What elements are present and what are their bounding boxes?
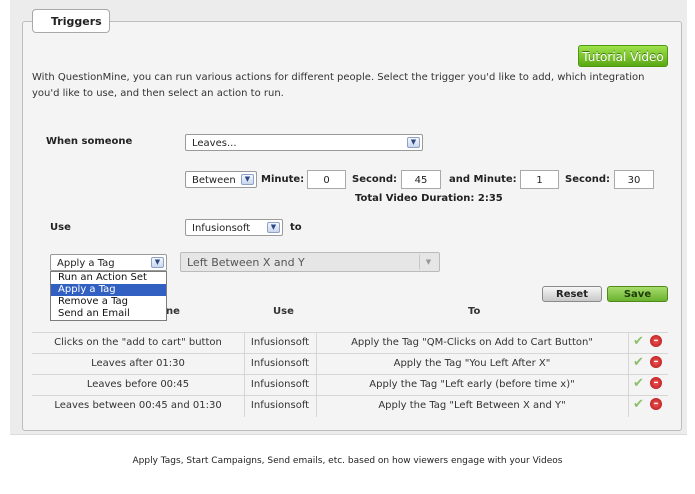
and-minute-label: and Minute: — [449, 174, 517, 185]
action-option-remove-tag[interactable]: Remove a Tag — [51, 296, 166, 308]
second-label: Second: — [352, 174, 398, 185]
reset-button[interactable]: Reset — [542, 286, 602, 302]
column-divider — [244, 332, 245, 417]
table-row: Leaves after 01:30 Infusionsoft Apply th… — [32, 353, 668, 374]
check-icon[interactable]: ✔ — [633, 397, 644, 412]
chevron-down-icon: ▼ — [267, 222, 280, 233]
use-label: Use — [50, 222, 71, 233]
delete-icon[interactable]: – — [650, 398, 662, 410]
trigger-cell: Leaves after 01:30 — [91, 358, 185, 369]
to-cell: Apply the Tag "QM-Clicks on Add to Cart … — [351, 337, 593, 348]
use-cell: Infusionsoft — [250, 337, 310, 348]
integration-select-value: Infusionsoft — [192, 223, 251, 234]
row-actions: ✔ – — [633, 374, 665, 391]
action-option-send-email[interactable]: Send an Email — [51, 308, 166, 320]
when-someone-label: When someone — [46, 136, 133, 147]
use-cell: Infusionsoft — [250, 400, 310, 411]
chevron-down-icon: ▼ — [407, 137, 420, 148]
column-divider — [316, 332, 317, 417]
use-column-header: Use — [273, 306, 294, 317]
end-minute-input[interactable]: 1 — [520, 170, 559, 189]
delete-icon[interactable]: – — [650, 377, 662, 389]
row-actions: ✔ – — [633, 395, 665, 412]
delete-icon[interactable]: – — [650, 335, 662, 347]
check-icon[interactable]: ✔ — [633, 376, 644, 391]
trigger-cell: Leaves between 00:45 and 01:30 — [54, 400, 222, 411]
action-dropdown-list: Run an Action Set Apply a Tag Remove a T… — [50, 271, 167, 321]
chevron-down-icon: ▼ — [419, 254, 437, 270]
start-second-input[interactable]: 45 — [401, 170, 441, 189]
action-select-value: Apply a Tag — [57, 258, 115, 269]
range-select-value: Between — [192, 175, 236, 186]
trigger-select[interactable]: Leaves... ▼ — [185, 134, 423, 151]
tutorial-video-button[interactable]: Tutorial Video — [578, 45, 668, 67]
row-actions: ✔ – — [633, 332, 665, 349]
end-second-label: Second: — [565, 174, 611, 185]
use-cell: Infusionsoft — [250, 358, 310, 369]
action-select[interactable]: Apply a Tag ▼ — [50, 254, 167, 271]
trigger-cell: Leaves before 00:45 — [86, 379, 190, 390]
intro-text: With QuestionMine, you can run various a… — [32, 72, 645, 99]
start-minute-input[interactable]: 0 — [307, 170, 346, 189]
to-cell: Apply the Tag "You Left After X" — [393, 358, 551, 369]
to-label: to — [290, 222, 302, 233]
check-icon[interactable]: ✔ — [633, 334, 644, 349]
use-cell: Infusionsoft — [250, 379, 310, 390]
trigger-select-value: Leaves... — [192, 138, 237, 149]
trigger-cell: Clicks on the "add to cart" button — [54, 337, 222, 348]
chevron-down-icon: ▼ — [151, 257, 164, 268]
caption-text: Apply Tags, Start Campaigns, Send emails… — [132, 456, 563, 466]
table-row: Leaves between 00:45 and 01:30 Infusions… — [32, 395, 668, 416]
triggers-tab[interactable]: Triggers — [32, 9, 110, 33]
trigger-column-header: ne — [166, 306, 180, 317]
minute-label: Minute: — [261, 174, 305, 185]
tag-select-value: Left Between X and Y — [187, 256, 305, 269]
row-actions: ✔ – — [633, 353, 665, 370]
table-row: Leaves before 00:45 Infusionsoft Apply t… — [32, 374, 668, 395]
range-select[interactable]: Between ▼ — [185, 171, 257, 188]
table-row: Clicks on the "add to cart" button Infus… — [32, 332, 668, 353]
to-column-header: To — [468, 306, 481, 317]
end-second-input[interactable]: 30 — [614, 170, 654, 189]
check-icon[interactable]: ✔ — [633, 355, 644, 370]
action-option-apply-tag[interactable]: Apply a Tag — [51, 284, 166, 296]
to-cell: Apply the Tag "Left early (before time x… — [369, 379, 575, 390]
total-duration-text: Total Video Duration: 2:35 — [355, 193, 503, 204]
chevron-down-icon: ▼ — [241, 174, 254, 185]
integration-select[interactable]: Infusionsoft ▼ — [185, 219, 283, 236]
delete-icon[interactable]: – — [650, 356, 662, 368]
tag-select[interactable]: Left Between X and Y ▼ — [180, 252, 440, 272]
to-cell: Apply the Tag "Left Between X and Y" — [378, 400, 566, 411]
action-option-run-action-set[interactable]: Run an Action Set — [51, 272, 166, 284]
column-divider — [628, 332, 629, 417]
save-button[interactable]: Save — [607, 286, 668, 302]
